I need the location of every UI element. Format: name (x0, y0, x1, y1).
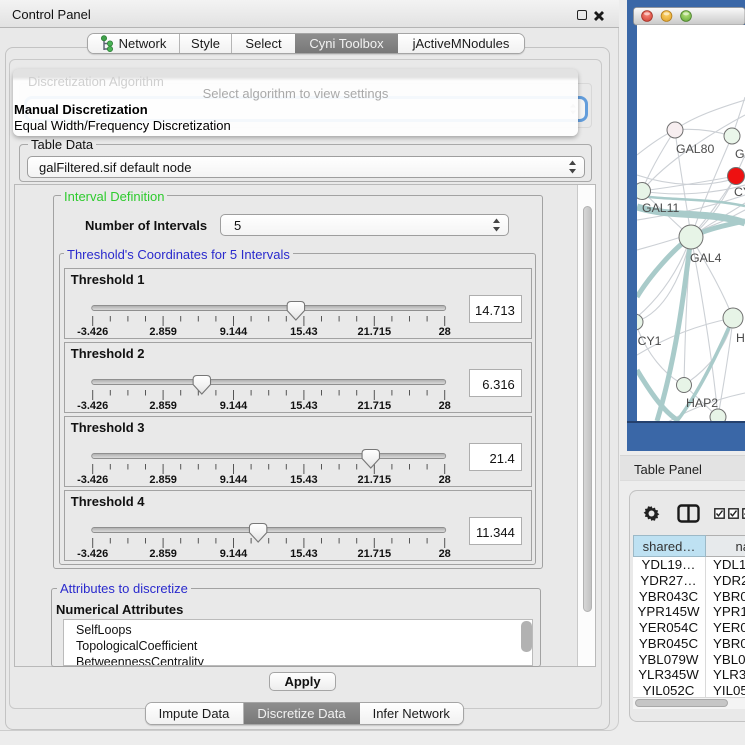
svg-text:-3.426: -3.426 (77, 326, 108, 338)
svg-text:-3.426: -3.426 (77, 548, 108, 560)
svg-text:2.859: 2.859 (149, 548, 177, 560)
svg-text:28: 28 (438, 400, 450, 412)
svg-text:15.43: 15.43 (290, 474, 318, 486)
svg-text:CY: CY (734, 185, 745, 199)
svg-text:2.859: 2.859 (149, 474, 177, 486)
svg-text:28: 28 (438, 474, 450, 486)
svg-text:-3.426: -3.426 (77, 474, 108, 486)
svg-text:-3.426: -3.426 (77, 400, 108, 412)
svg-text:15.43: 15.43 (290, 326, 318, 338)
svg-text:21.715: 21.715 (357, 474, 391, 486)
svg-text:15.43: 15.43 (290, 400, 318, 412)
svg-text:H: H (736, 331, 745, 345)
svg-text:2.859: 2.859 (149, 326, 177, 338)
svg-text:28: 28 (438, 326, 450, 338)
svg-text:21.715: 21.715 (357, 548, 391, 560)
svg-text:28: 28 (438, 548, 450, 560)
svg-text:GAL11: GAL11 (642, 201, 680, 215)
svg-text:GA: GA (735, 147, 745, 161)
svg-text:9.144: 9.144 (220, 548, 248, 560)
svg-text:9.144: 9.144 (220, 326, 248, 338)
svg-text:GCY1: GCY1 (637, 334, 662, 348)
svg-text:2.859: 2.859 (149, 400, 177, 412)
svg-text:15.43: 15.43 (290, 548, 318, 560)
svg-text:9.144: 9.144 (220, 474, 248, 486)
svg-text:21.715: 21.715 (357, 326, 391, 338)
svg-text:GAL4: GAL4 (690, 251, 722, 265)
svg-text:21.715: 21.715 (357, 400, 391, 412)
svg-text:9.144: 9.144 (220, 400, 248, 412)
svg-text:HAP2: HAP2 (686, 396, 718, 410)
svg-text:GAL80: GAL80 (676, 142, 714, 156)
